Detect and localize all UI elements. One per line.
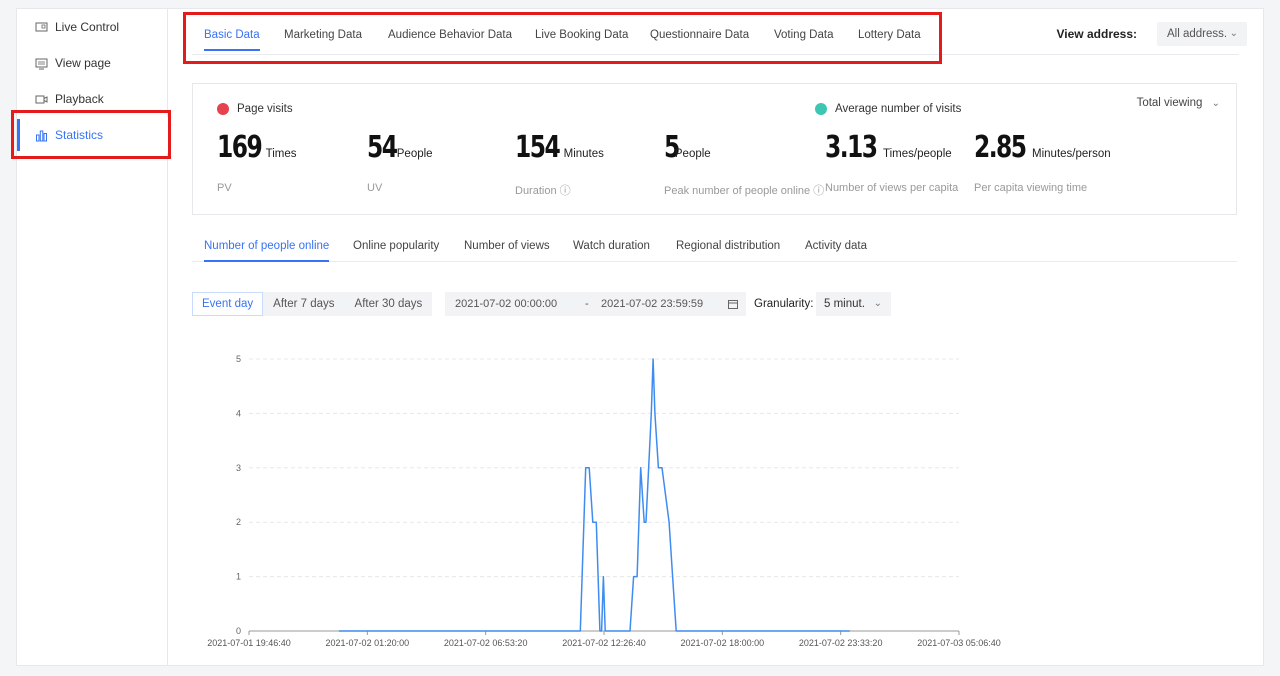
x-tick-label: 2021-07-02 23:33:20 <box>799 638 883 648</box>
tab-voting-data[interactable]: Voting Data <box>774 29 833 41</box>
start-date[interactable]: 2021-07-02 00:00:00 <box>455 292 557 316</box>
range-event-day-button[interactable]: Event day <box>192 292 264 316</box>
y-tick-label: 3 <box>236 463 241 473</box>
monitor-icon <box>35 22 48 31</box>
tab-live-booking-data[interactable]: Live Booking Data <box>535 29 628 41</box>
y-tick-label: 5 <box>236 354 241 364</box>
metric-value: 3.13 <box>825 130 878 165</box>
metric-uv: 54People <box>367 130 441 165</box>
x-tick-label: 2021-07-02 18:00:00 <box>681 638 765 648</box>
sidebar-item-label: View page <box>55 56 111 70</box>
sidebar-item-label: Live Control <box>55 20 120 34</box>
tab-questionnaire-data[interactable]: Questionnaire Data <box>650 29 749 41</box>
metric-peak-online: 5People <box>664 130 719 165</box>
sidebar-item-label: Statistics <box>55 128 104 142</box>
main-content: Basic Data Marketing Data Audience Behav… <box>168 9 1263 665</box>
metric-unit: People <box>674 148 711 160</box>
sidebar: Live Control View page Playback Statisti… <box>17 9 168 665</box>
chevron-down-icon: ⌄ <box>873 298 882 309</box>
chevron-down-icon: ⌄ <box>1229 28 1238 39</box>
range-30-days-button[interactable]: After 30 days <box>344 292 433 316</box>
metric-pv: 169 Times <box>217 130 305 165</box>
calendar-icon <box>728 300 738 309</box>
online-people-chart: 0 1 2 3 4 5 2021-07-01 19:46:40 2021-07-02 01:2… <box>207 354 1001 648</box>
tab-online-popularity[interactable]: Online popularity <box>353 240 439 252</box>
date-separator: - <box>585 298 589 310</box>
granularity-label: Granularity: <box>754 298 814 310</box>
tab-audience-behavior-data[interactable]: Audience Behavior Data <box>388 29 512 41</box>
metric-viewing-time: 2.85 Minutes/person <box>974 130 1119 165</box>
metric-unit: Minutes <box>563 148 604 160</box>
x-tick-label: 2021-07-02 01:20:00 <box>326 638 410 648</box>
granularity-value: 5 minut. <box>824 298 865 310</box>
metric-unit: Times <box>265 148 297 160</box>
metric-label-duration: Duration ⓘ <box>515 185 571 197</box>
tab-number-of-views[interactable]: Number of views <box>464 240 550 252</box>
metric-label-views-per-capita: Number of views per capita <box>825 182 959 194</box>
y-tick-label: 2 <box>236 517 241 527</box>
screen-icon <box>35 58 48 69</box>
metric-unit: People <box>396 148 433 160</box>
page-visits-label: Page visits <box>237 103 293 115</box>
metric-label-peak: Peak number of people online ⓘ <box>664 185 825 197</box>
metric-value: 169 <box>217 130 263 165</box>
sidebar-item-playback[interactable]: Playback <box>17 81 168 117</box>
range-selector: Event day After 7 days After 30 days <box>192 292 433 316</box>
metric-duration: 154 Minutes <box>515 130 612 165</box>
x-tick-label: 2021-07-01 19:46:40 <box>207 638 291 648</box>
y-tick-label: 1 <box>236 572 241 582</box>
heartbeat-icon <box>217 103 229 115</box>
tab-activity-data[interactable]: Activity data <box>805 240 867 252</box>
total-viewing-label: Total viewing <box>1136 97 1203 109</box>
tab-people-online[interactable]: Number of people online <box>204 240 330 262</box>
metric-value: 154 <box>515 130 561 165</box>
view-address-label: View address: <box>1056 27 1137 41</box>
sidebar-item-live-control[interactable]: Live Control <box>17 9 168 45</box>
range-7-days-button[interactable]: After 7 days <box>263 292 345 316</box>
tab-regional-distribution[interactable]: Regional distribution <box>676 240 780 252</box>
stats-card: Page visits Average number of visits Tot… <box>192 83 1237 215</box>
app-frame: Live Control View page Playback Statisti… <box>16 8 1264 666</box>
avg-visits-label: Average number of visits <box>835 103 962 115</box>
view-address-value: All address. <box>1167 28 1228 40</box>
metric-value: 2.85 <box>974 130 1027 165</box>
metric-label-pv: PV <box>217 182 232 194</box>
metric-unit: Times/people <box>883 148 952 160</box>
people-online-line <box>338 358 850 632</box>
tab-watch-duration[interactable]: Watch duration <box>573 240 650 252</box>
metric-views-per-capita: 3.13 Times/people <box>825 130 960 165</box>
x-tick-label: 2021-07-03 05:06:40 <box>917 638 1001 648</box>
pulse-icon <box>815 103 827 115</box>
sidebar-item-view-page[interactable]: View page <box>17 45 168 81</box>
tab-lottery-data[interactable]: Lottery Data <box>858 29 921 41</box>
total-viewing-dropdown[interactable]: Total viewing ⌄ <box>1137 97 1220 109</box>
chart-tabs-bar: Number of people online Online popularit… <box>192 232 1237 262</box>
video-icon <box>35 95 48 103</box>
sidebar-item-label: Playback <box>55 92 104 106</box>
granularity-select[interactable]: 5 minut. ⌄ <box>816 292 891 316</box>
avg-visits-legend: Average number of visits <box>815 103 961 115</box>
tab-basic-data[interactable]: Basic Data <box>204 29 260 51</box>
y-tick-label: 4 <box>236 408 241 418</box>
metric-unit: Minutes/person <box>1032 148 1111 160</box>
y-tick-label: 0 <box>236 626 241 636</box>
x-tick-label: 2021-07-02 06:53:20 <box>444 638 528 648</box>
sidebar-item-statistics[interactable]: Statistics <box>17 117 168 153</box>
tab-marketing-data[interactable]: Marketing Data <box>284 29 362 41</box>
metric-label-viewing-time: Per capita viewing time <box>974 182 1088 194</box>
page-visits-legend: Page visits <box>217 103 293 115</box>
x-tick-label: 2021-07-02 12:26:40 <box>562 638 646 648</box>
bar-chart-icon <box>36 130 47 141</box>
metric-label-uv: UV <box>367 182 383 194</box>
end-date[interactable]: 2021-07-02 23:59:59 <box>601 292 703 316</box>
view-address-select[interactable]: All address. ⌄ <box>1157 22 1247 46</box>
date-range-picker[interactable]: 2021-07-02 00:00:00 - 2021-07-02 23:59:5… <box>445 292 746 316</box>
chevron-down-icon: ⌄ <box>1211 98 1220 109</box>
metric-value: 54 <box>367 130 398 165</box>
